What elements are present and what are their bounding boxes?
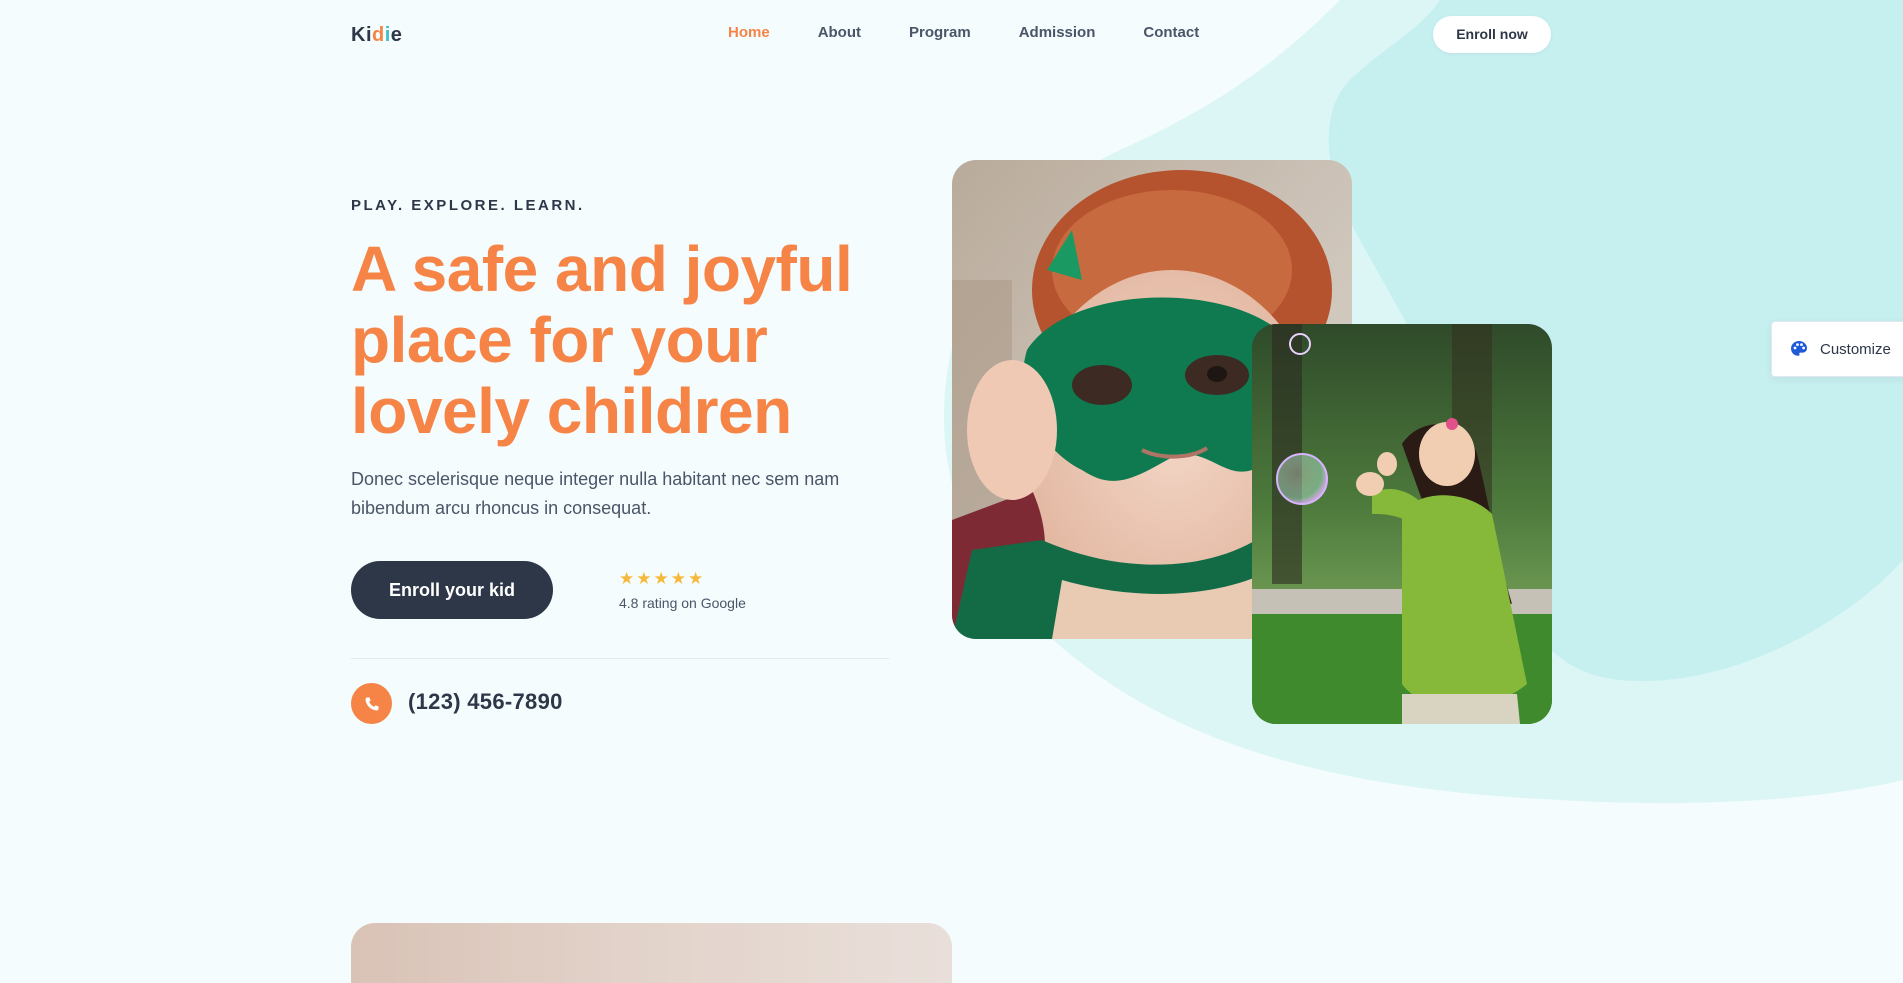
nav-program[interactable]: Program: [909, 24, 971, 41]
site-header: Kidie Home About Program Admission Conta…: [0, 0, 1903, 70]
nav-about[interactable]: About: [818, 24, 861, 41]
main-nav: Home About Program Admission Contact: [728, 24, 1199, 41]
nav-home[interactable]: Home: [728, 24, 770, 41]
enroll-your-kid-button[interactable]: Enroll your kid: [351, 561, 553, 619]
logo-letter: e: [390, 24, 403, 46]
google-rating: ★ ★ ★ ★ ★ 4.8 rating on Google: [619, 570, 746, 612]
phone-number[interactable]: (123) 456-7890: [408, 689, 563, 715]
star-icon: ★: [636, 569, 652, 588]
hero-headline: A safe and joyful place for your lovely …: [351, 233, 853, 447]
rating-stars: ★ ★ ★ ★ ★: [619, 570, 746, 588]
star-icon: ★: [619, 569, 635, 588]
enroll-now-button[interactable]: Enroll now: [1433, 16, 1551, 53]
star-icon: ★: [688, 569, 704, 588]
logo-letter: K: [351, 24, 366, 46]
star-icon: ★: [670, 569, 686, 588]
star-icon: ★: [653, 569, 669, 588]
nav-contact[interactable]: Contact: [1143, 24, 1199, 41]
customize-button[interactable]: Customize: [1771, 321, 1903, 377]
hero-divider: [351, 658, 889, 659]
phone-icon[interactable]: [351, 683, 392, 724]
palette-icon: [1791, 341, 1807, 356]
hero-eyebrow: PLAY. EXPLORE. LEARN.: [351, 197, 585, 214]
rating-text: 4.8 rating on Google: [619, 595, 746, 611]
brand-logo[interactable]: Kidie: [351, 24, 402, 47]
logo-letter: d: [372, 24, 385, 46]
next-section-image: [351, 923, 952, 983]
nav-admission[interactable]: Admission: [1019, 24, 1096, 41]
hero-lead-text: Donec scelerisque neque integer nulla ha…: [351, 469, 840, 518]
customize-label: Customize: [1820, 340, 1891, 358]
photo-girl-bubbles: [1252, 324, 1552, 724]
